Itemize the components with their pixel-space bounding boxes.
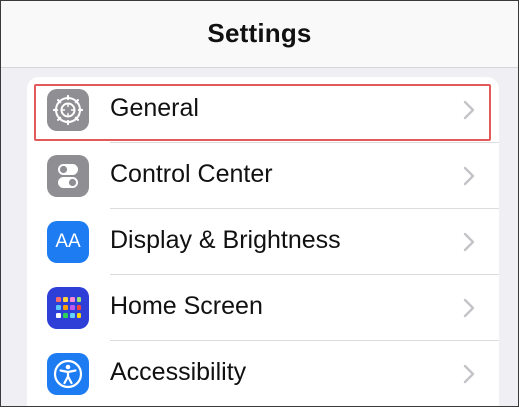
chevron-right-icon <box>463 364 475 384</box>
page-title: Settings <box>207 17 312 48</box>
app-grid-icon <box>47 287 89 329</box>
settings-window: Settings General Control Center AA Displ… <box>0 0 519 407</box>
settings-item-home-screen[interactable]: Home Screen <box>27 275 499 341</box>
text-size-glyph: AA <box>55 231 81 252</box>
settings-list: General Control Center AA Display & Brig… <box>27 77 499 406</box>
settings-item-label: Home Screen <box>110 292 263 320</box>
accessibility-icon <box>47 353 89 395</box>
settings-item-label: General <box>110 94 199 122</box>
chevron-right-icon <box>463 232 475 252</box>
chevron-right-icon <box>463 100 475 120</box>
chevron-right-icon <box>463 298 475 318</box>
settings-item-label: Display & Brightness <box>110 226 341 254</box>
settings-item-general[interactable]: General <box>27 77 499 143</box>
chevron-right-icon <box>463 166 475 186</box>
settings-item-label: Accessibility <box>110 358 247 386</box>
gear-icon <box>47 89 89 131</box>
navigation-bar: Settings <box>1 1 518 68</box>
text-size-icon: AA <box>47 221 89 263</box>
settings-item-control-center[interactable]: Control Center <box>27 143 499 209</box>
switches-icon <box>47 155 89 197</box>
settings-item-display-brightness[interactable]: AA Display & Brightness <box>27 209 499 275</box>
settings-item-accessibility[interactable]: Accessibility <box>27 341 499 406</box>
settings-item-label: Control Center <box>110 160 273 188</box>
